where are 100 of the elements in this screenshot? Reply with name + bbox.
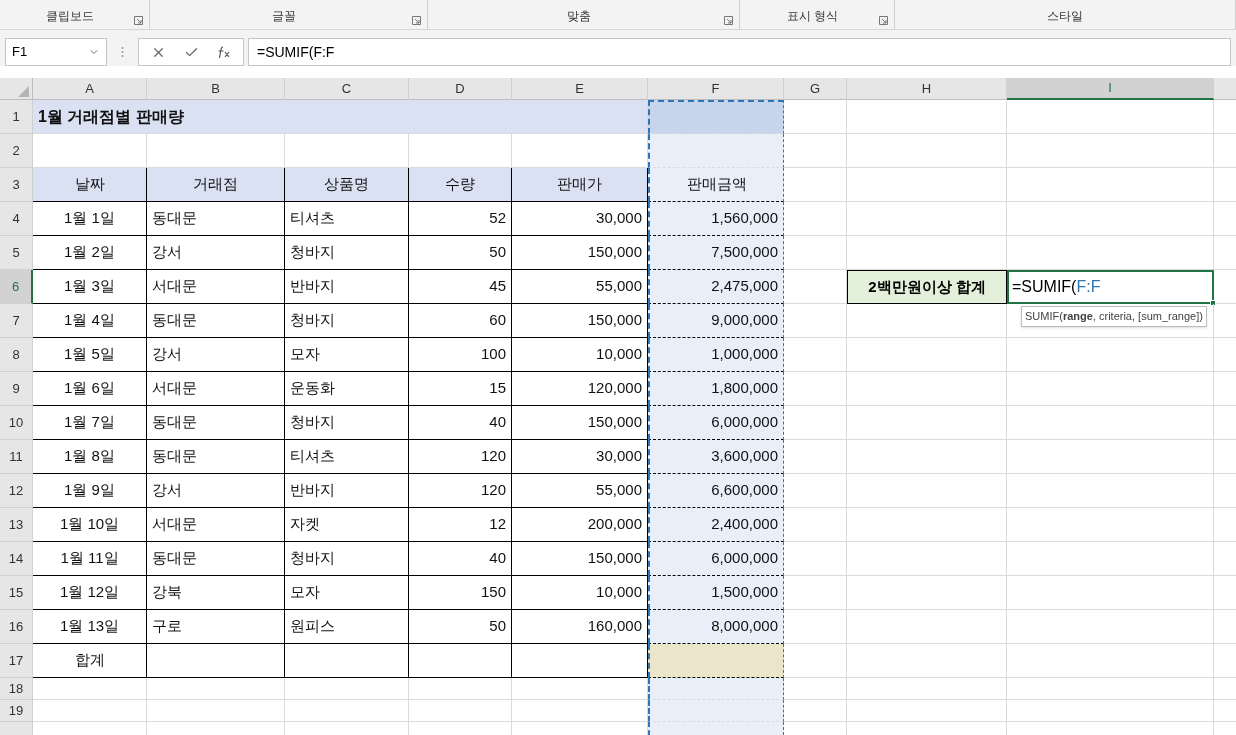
row-header[interactable]: 12 [0,474,33,508]
dialog-launcher-icon[interactable] [134,16,143,25]
sheet-cell: 자켓 [285,508,409,542]
sheet-cell [784,338,847,372]
sheet-cell: 1월 7일 [33,406,147,440]
sheet-cell: 수량 [409,168,512,202]
sheet-cell: 합계 [33,644,147,678]
sheet-cell: 40 [409,406,512,440]
row-header[interactable]: 18 [0,678,33,700]
sheet-cell: 1월 4일 [33,304,147,338]
sheet-cell: 50 [409,610,512,644]
sheet-cell: 1월 9일 [33,474,147,508]
function-tooltip: SUMIF(range, criteria, [sum_range]) [1021,306,1207,327]
sheet-cell: 9,000,000 [648,304,784,338]
column-header[interactable]: G [784,78,847,100]
dialog-launcher-icon[interactable] [879,16,888,25]
sheet-cell: 동대문 [147,304,285,338]
sheet-cell [784,304,847,338]
sheet-cell: 2,400,000 [648,508,784,542]
ribbon-group-label: 클립보드 [45,8,95,25]
column-header[interactable]: A [33,78,147,100]
sheet-cell: 티셔츠 [285,202,409,236]
sheet-cell: 120 [409,440,512,474]
sheet-cell [784,134,847,168]
ribbon-group-label: 스타일 [1046,8,1084,25]
sheet-cell: 모자 [285,576,409,610]
sheet-cell [784,700,847,722]
sheet-cell: 1월 6일 [33,372,147,406]
sheet-cell: 판매금액 [648,168,784,202]
sheet-cell [784,100,847,134]
name-box[interactable]: F1 [5,38,107,66]
label-cell: 2백만원이상 합계 [847,270,1007,304]
sheet-cell [784,236,847,270]
sheet-cell: 날짜 [33,168,147,202]
sheet-cell [784,542,847,576]
sheet-cell: 1월 2일 [33,236,147,270]
sheet-cell: 구로 [147,610,285,644]
column-header[interactable]: F [648,78,784,100]
row-header[interactable]: 2 [0,134,33,168]
ribbon-group-label: 글꼴 [271,8,297,25]
sheet-cell: 상품명 [285,168,409,202]
column-header[interactable]: E [512,78,648,100]
sheet-cell: 동대문 [147,440,285,474]
row-header[interactable]: 5 [0,236,33,270]
row-header[interactable]: 16 [0,610,33,644]
column-header[interactable]: D [409,78,512,100]
sheet-cell [784,202,847,236]
ribbon-group-label: 표시 형식 [785,8,840,25]
sheet-cell [784,610,847,644]
sheet-cell: 1,560,000 [648,202,784,236]
row-header[interactable]: 4 [0,202,33,236]
row-header[interactable]: 10 [0,406,33,440]
row-header[interactable]: 11 [0,440,33,474]
sheet-cell [784,678,847,700]
row-header[interactable]: 15 [0,576,33,610]
sheet-cell: 1월 12일 [33,576,147,610]
sheet-cell: 1월 1일 [33,202,147,236]
insert-function-icon[interactable] [217,45,231,59]
row-header[interactable]: 6 [0,270,33,304]
column-header[interactable]: C [285,78,409,100]
fill-handle[interactable] [1210,300,1216,306]
column-header[interactable]: I [1007,78,1214,100]
sheet-cell: 150 [409,576,512,610]
row-header[interactable]: 19 [0,700,33,722]
sheet-cell: 동대문 [147,406,285,440]
sheet-cell: 1,800,000 [648,372,784,406]
sheet-cell: 1월 11일 [33,542,147,576]
sheet-cell: 1,000,000 [648,338,784,372]
sheet-cell: 청바지 [285,304,409,338]
dialog-launcher-icon[interactable] [412,16,421,25]
row-header[interactable]: 8 [0,338,33,372]
sheet-cell: 판매가 [512,168,648,202]
formula-field[interactable]: =SUMIF(F:F [248,38,1231,66]
dialog-launcher-icon[interactable] [724,16,733,25]
sheet-cell: 1월 3일 [33,270,147,304]
row-header[interactable]: 9 [0,372,33,406]
sheet-cell: 동대문 [147,202,285,236]
row-header[interactable]: 7 [0,304,33,338]
sheet-cell: 서대문 [147,270,285,304]
sheet-cell: 50 [409,236,512,270]
row-header[interactable]: 17 [0,644,33,678]
more-icon [121,46,124,58]
column-header[interactable]: B [147,78,285,100]
sheet-cell: 1월 거래점별 판매량 [33,100,648,134]
sheet-cell [784,508,847,542]
sheet-cell: 운동화 [285,372,409,406]
sheet-cell: 청바지 [285,542,409,576]
row-header[interactable]: 3 [0,168,33,202]
sheet-cell: 2,475,000 [648,270,784,304]
sheet-cell: 강서 [147,338,285,372]
sheet-cell [784,406,847,440]
sheet-cell [784,644,847,678]
sheet-cell: 강서 [147,474,285,508]
sheet-cell: 거래점 [147,168,285,202]
sheet-cell: 12 [409,508,512,542]
row-header[interactable]: 1 [0,100,33,134]
row-header[interactable]: 14 [0,542,33,576]
row-header[interactable]: 13 [0,508,33,542]
sheet-cell: 반바지 [285,270,409,304]
sheet-cell: 청바지 [285,236,409,270]
